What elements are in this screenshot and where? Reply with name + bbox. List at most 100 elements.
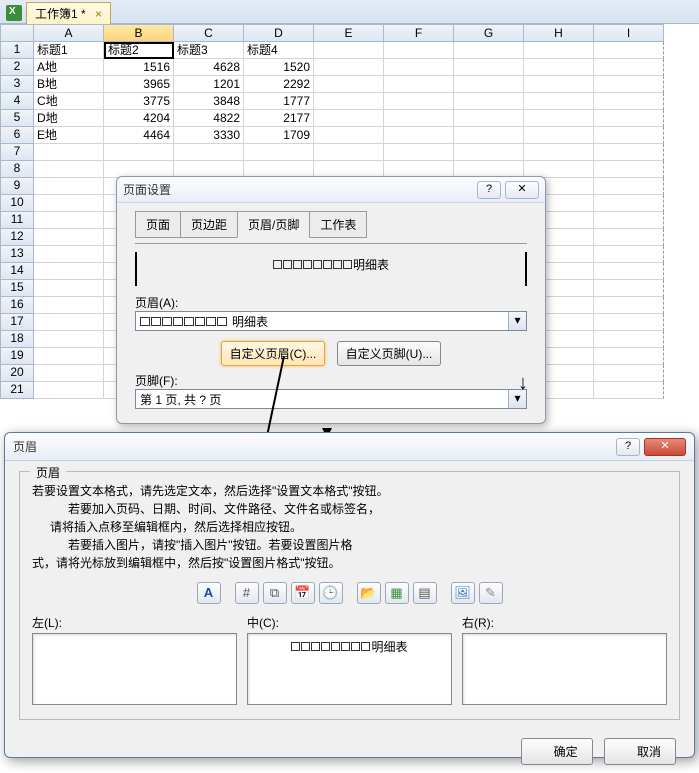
cell[interactable]: D地 — [34, 110, 104, 127]
row-header[interactable]: 1 — [0, 42, 34, 59]
cell[interactable]: 标题3 — [174, 42, 244, 59]
cell[interactable]: B地 — [34, 76, 104, 93]
cell[interactable]: 4464 — [104, 127, 174, 144]
cell[interactable] — [594, 280, 664, 297]
cell[interactable] — [34, 331, 104, 348]
cell[interactable] — [594, 144, 664, 161]
cell[interactable] — [314, 144, 384, 161]
row-header[interactable]: 2 — [0, 59, 34, 76]
cell[interactable] — [594, 263, 664, 280]
right-section-input[interactable] — [462, 633, 667, 705]
row-header[interactable]: 3 — [0, 76, 34, 93]
close-button[interactable]: ✕ — [505, 181, 539, 199]
cell[interactable] — [594, 229, 664, 246]
cell[interactable]: 1777 — [244, 93, 314, 110]
cell[interactable] — [524, 42, 594, 59]
help-button[interactable]: ? — [616, 438, 640, 456]
cell[interactable] — [34, 144, 104, 161]
tab-3[interactable]: 工作表 — [309, 211, 367, 238]
cell[interactable] — [314, 76, 384, 93]
cell[interactable] — [454, 127, 524, 144]
cell[interactable]: 3775 — [104, 93, 174, 110]
row-header[interactable]: 9 — [0, 178, 34, 195]
row-header[interactable]: 4 — [0, 93, 34, 110]
date-icon[interactable]: 📅 — [291, 582, 315, 604]
column-header-H[interactable]: H — [524, 24, 594, 42]
cell[interactable] — [244, 144, 314, 161]
cell[interactable]: 1709 — [244, 127, 314, 144]
insert-picture-icon[interactable]: 🖼 — [451, 582, 475, 604]
custom-footer-button[interactable]: 自定义页脚(U)... — [337, 341, 442, 366]
cell[interactable]: 标题4 — [244, 42, 314, 59]
cell[interactable] — [384, 59, 454, 76]
sheet-name-icon[interactable]: ▤ — [413, 582, 437, 604]
cell[interactable]: 3848 — [174, 93, 244, 110]
row-header[interactable]: 5 — [0, 110, 34, 127]
footer-combo[interactable]: 第 1 页, 共 ? 页 ▾ ↓ — [135, 389, 527, 409]
row-header[interactable]: 13 — [0, 246, 34, 263]
cell[interactable] — [594, 314, 664, 331]
cell[interactable] — [384, 110, 454, 127]
cell[interactable] — [314, 93, 384, 110]
cell[interactable] — [314, 42, 384, 59]
row-header[interactable]: 7 — [0, 144, 34, 161]
cell[interactable] — [594, 93, 664, 110]
cell[interactable] — [594, 348, 664, 365]
file-name-icon[interactable]: ▦ — [385, 582, 409, 604]
cell[interactable] — [524, 144, 594, 161]
cell[interactable] — [34, 382, 104, 399]
cell[interactable]: E地 — [34, 127, 104, 144]
cell[interactable] — [454, 59, 524, 76]
select-all-corner[interactable] — [0, 24, 34, 42]
cell[interactable] — [594, 365, 664, 382]
close-button[interactable]: ✕ — [644, 438, 686, 456]
cell[interactable]: 3330 — [174, 127, 244, 144]
row-header[interactable]: 12 — [0, 229, 34, 246]
cell[interactable] — [34, 229, 104, 246]
cell[interactable] — [524, 110, 594, 127]
column-header-G[interactable]: G — [454, 24, 524, 42]
help-button[interactable]: ? — [477, 181, 501, 199]
cell[interactable]: 1520 — [244, 59, 314, 76]
cell[interactable]: 标题1 — [34, 42, 104, 59]
cell[interactable] — [34, 365, 104, 382]
cell[interactable] — [454, 144, 524, 161]
page-number-icon[interactable]: # — [235, 582, 259, 604]
cell[interactable]: 2292 — [244, 76, 314, 93]
cell[interactable] — [314, 59, 384, 76]
column-header-I[interactable]: I — [594, 24, 664, 42]
pages-icon[interactable]: ⧉ — [263, 582, 287, 604]
cell[interactable] — [104, 144, 174, 161]
row-header[interactable]: 19 — [0, 348, 34, 365]
cell[interactable] — [594, 76, 664, 93]
header-combo-dropdown[interactable]: ▾ — [508, 312, 526, 330]
cell[interactable] — [34, 178, 104, 195]
cell[interactable]: 1201 — [174, 76, 244, 93]
cell[interactable] — [524, 76, 594, 93]
center-section-input[interactable]: 明细表 — [247, 633, 452, 705]
cancel-button[interactable]: 取消 — [604, 738, 676, 765]
cell[interactable] — [314, 127, 384, 144]
cell[interactable] — [34, 161, 104, 178]
page-setup-titlebar[interactable]: 页面设置 ? ✕ — [117, 177, 545, 203]
left-section-input[interactable] — [32, 633, 237, 705]
cell[interactable] — [594, 212, 664, 229]
cell[interactable] — [594, 246, 664, 263]
cell[interactable]: A地 — [34, 59, 104, 76]
custom-header-button[interactable]: 自定义页眉(C)... — [221, 341, 326, 366]
row-header[interactable]: 14 — [0, 263, 34, 280]
cell[interactable] — [524, 127, 594, 144]
cell[interactable] — [384, 144, 454, 161]
tab-1[interactable]: 页边距 — [180, 211, 238, 238]
row-header[interactable]: 11 — [0, 212, 34, 229]
column-header-B[interactable]: B — [104, 24, 174, 42]
cell[interactable] — [594, 59, 664, 76]
cell[interactable] — [594, 110, 664, 127]
row-header[interactable]: 16 — [0, 297, 34, 314]
cell[interactable] — [174, 144, 244, 161]
cell[interactable]: 4628 — [174, 59, 244, 76]
row-header[interactable]: 21 — [0, 382, 34, 399]
cell[interactable] — [34, 246, 104, 263]
file-path-icon[interactable]: 📂 — [357, 582, 381, 604]
cell[interactable] — [34, 314, 104, 331]
